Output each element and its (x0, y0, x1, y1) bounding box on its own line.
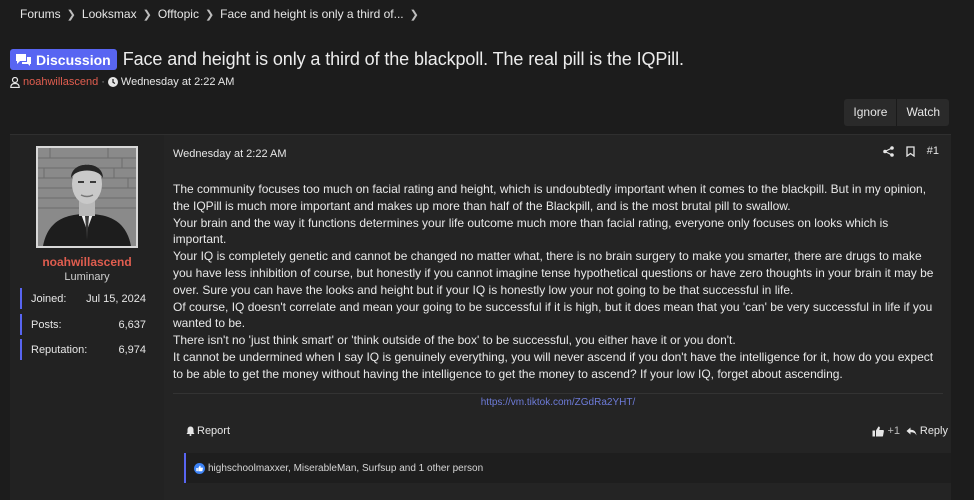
watch-button[interactable]: Watch (896, 99, 949, 126)
post-number-link[interactable]: #1 (927, 145, 939, 157)
post-paragraph: Your IQ is completely genetic and cannot… (173, 249, 934, 297)
thread-date[interactable]: Wednesday at 2:22 AM (121, 76, 235, 88)
post-paragraph: The community focuses too much on facial… (173, 182, 927, 213)
embedded-link[interactable]: https://vm.tiktok.com/ZGdRa2YHT/ (173, 397, 943, 408)
post-username[interactable]: noahwillascend (10, 255, 164, 269)
comments-icon (16, 53, 31, 66)
clock-icon (107, 77, 118, 87)
reply-label: Reply (919, 425, 948, 437)
stat-posts: Posts: 6,637 (20, 314, 150, 335)
chevron-right-icon: ❯ (409, 8, 419, 21)
thumbs-up-icon (872, 426, 885, 436)
meta-separator: · (101, 76, 105, 88)
post-paragraph: There isn't no 'just think smart' or 'th… (173, 333, 736, 348)
breadcrumb: Forums ❯ Looksmax ❯ Offtopic ❯ Face and … (20, 7, 425, 21)
ignore-button[interactable]: Ignore (844, 99, 896, 126)
share-icon[interactable] (882, 145, 894, 157)
post-header-actions: #1 (871, 145, 939, 157)
post-body: The community focuses too much on facial… (173, 181, 941, 383)
prefix-label: Discussion (36, 51, 111, 68)
post-date[interactable]: Wednesday at 2:22 AM (173, 148, 287, 160)
discussion-prefix-badge[interactable]: Discussion (10, 49, 117, 70)
stat-label: Reputation: (31, 343, 88, 356)
reactions-bar[interactable]: highschoolmaxxer, MiserableMan, Surfsup … (184, 453, 951, 483)
thread-author-link[interactable]: noahwillascend (23, 76, 98, 88)
reply-icon (906, 427, 917, 435)
stat-joined: Joined: Jul 15, 2024 (20, 288, 150, 309)
bookmark-icon[interactable] (906, 145, 915, 157)
report-button[interactable]: Report (186, 425, 230, 437)
avatar[interactable] (36, 146, 138, 248)
chevron-right-icon: ❯ (142, 8, 152, 21)
post-user-panel: noahwillascend Luminary Joined: Jul 15, … (10, 135, 164, 500)
stat-reputation: Reputation: 6,974 (20, 339, 150, 360)
react-button[interactable]: +1 (872, 425, 900, 437)
post-divider (173, 393, 943, 394)
breadcrumb-offtopic[interactable]: Offtopic (158, 7, 199, 21)
reply-button[interactable]: Reply (906, 425, 948, 437)
breadcrumb-thread[interactable]: Face and height is only a third of... (220, 7, 403, 21)
post-content: Wednesday at 2:22 AM #1 The community fo… (173, 135, 951, 500)
report-label: Report (197, 425, 231, 437)
breadcrumb-looksmax[interactable]: Looksmax (82, 7, 137, 21)
page-title: Face and height is only a third of the b… (122, 49, 684, 69)
post: noahwillascend Luminary Joined: Jul 15, … (10, 134, 951, 500)
post-paragraph: Your brain and the way it functions dete… (173, 215, 889, 247)
stat-value: 6,637 (118, 318, 146, 331)
breadcrumb-forums[interactable]: Forums (20, 7, 61, 21)
like-badge-icon (194, 462, 205, 474)
post-paragraph: Of course, IQ doesn't correlate and mean… (173, 299, 933, 331)
bell-icon (186, 426, 195, 436)
stat-label: Joined: (31, 292, 67, 305)
user-icon (10, 76, 20, 88)
stat-value: 6,974 (118, 343, 146, 356)
thread-meta: noahwillascend · Wednesday at 2:22 AM (10, 76, 234, 88)
chevron-right-icon: ❯ (66, 8, 76, 21)
user-title: Luminary (64, 271, 110, 283)
post-paragraph: It cannot be undermined when I say IQ is… (173, 349, 934, 381)
chevron-right-icon: ❯ (204, 8, 215, 21)
thread-header: Discussion Face and height is only a thi… (10, 49, 684, 70)
stat-label: Posts: (31, 318, 62, 331)
thread-action-buttons: Ignore Watch (844, 99, 949, 126)
react-count: +1 (887, 425, 900, 437)
reactions-users: highschoolmaxxer, MiserableMan, Surfsup … (208, 462, 484, 474)
stat-value: Jul 15, 2024 (86, 292, 146, 305)
